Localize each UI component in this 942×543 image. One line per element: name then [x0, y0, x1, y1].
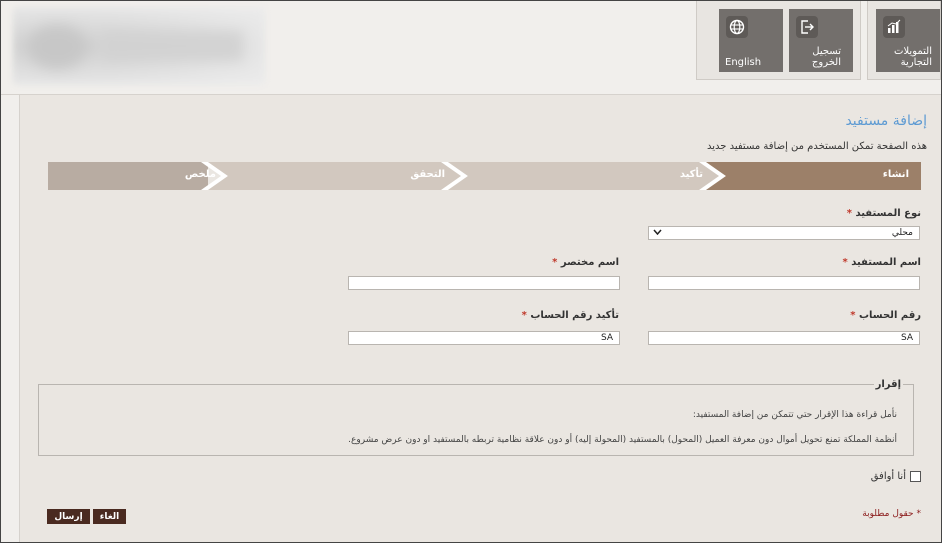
wizard-steps: انشاء تأكيد التحقق ملخص — [48, 162, 921, 190]
step-verify: التحقق — [410, 169, 445, 180]
step-confirm: تأكيد — [679, 169, 703, 180]
confirm-account-label: تأكيد رقم الحساب * — [521, 310, 619, 321]
logout-button[interactable]: تسجيل الخروج — [789, 9, 853, 72]
account-number-label: رقم الحساب * — [850, 310, 921, 321]
beneficiary-type-select[interactable]: محلي — [648, 226, 920, 240]
globe-icon — [726, 16, 748, 38]
page-title: إضافة مستفيد — [845, 113, 927, 129]
content-panel: إضافة مستفيد هذه الصفحة تمكن المستخدم من… — [19, 95, 941, 542]
declaration-box: إقرار نأمل قراءة هذا الإقرار حتي تتمكن م… — [38, 379, 914, 456]
logo — [13, 7, 265, 85]
short-name-input[interactable] — [348, 276, 620, 290]
nav-group-main: English تسجيل الخروج — [696, 1, 861, 80]
agree-label: أنا أوافق — [870, 471, 906, 482]
confirm-account-input[interactable]: SA — [348, 331, 620, 345]
chevron-down-icon — [653, 227, 662, 239]
beneficiary-type-value: محلي — [891, 228, 913, 238]
trade-finance-label: التمويلات التجارية — [894, 46, 932, 68]
english-language-button[interactable]: English — [719, 9, 783, 72]
required-fields-note: * حقول مطلوبة — [862, 509, 921, 519]
step-create: انشاء — [882, 169, 909, 180]
beneficiary-name-label: اسم المستفيد * — [842, 257, 921, 268]
agree-checkbox-row[interactable]: أنا أوافق — [871, 471, 921, 482]
short-name-label: اسم مختصر * — [552, 257, 619, 268]
trade-finance-button[interactable]: التمويلات التجارية — [876, 9, 940, 72]
nav-group-finance: التمويلات التجارية — [867, 1, 941, 80]
account-number-input[interactable]: SA — [648, 331, 920, 345]
header: English تسجيل الخروج التمويلات التجارية — [1, 1, 941, 95]
logout-label: تسجيل الخروج — [811, 46, 841, 68]
step-summary: ملخص — [184, 169, 216, 180]
beneficiary-name-input[interactable] — [648, 276, 920, 290]
english-label: English — [725, 57, 762, 68]
submit-button[interactable]: إرسال — [47, 509, 90, 524]
beneficiary-type-label: نوع المستفيد * — [846, 208, 921, 219]
cancel-button[interactable]: الغاء — [93, 509, 126, 524]
logout-icon — [796, 16, 818, 38]
agree-checkbox[interactable] — [910, 471, 921, 482]
declaration-line-2: أنظمة المملكة تمنع تحويل أموال دون معرفة… — [348, 435, 897, 445]
declaration-legend: إقرار — [873, 379, 903, 390]
page-description: هذه الصفحة تمكن المستخدم من إضافة مستفيد… — [706, 141, 927, 152]
declaration-line-1: نأمل قراءة هذا الإقرار حتي تتمكن من إضاف… — [692, 410, 897, 420]
chart-icon — [883, 16, 905, 38]
